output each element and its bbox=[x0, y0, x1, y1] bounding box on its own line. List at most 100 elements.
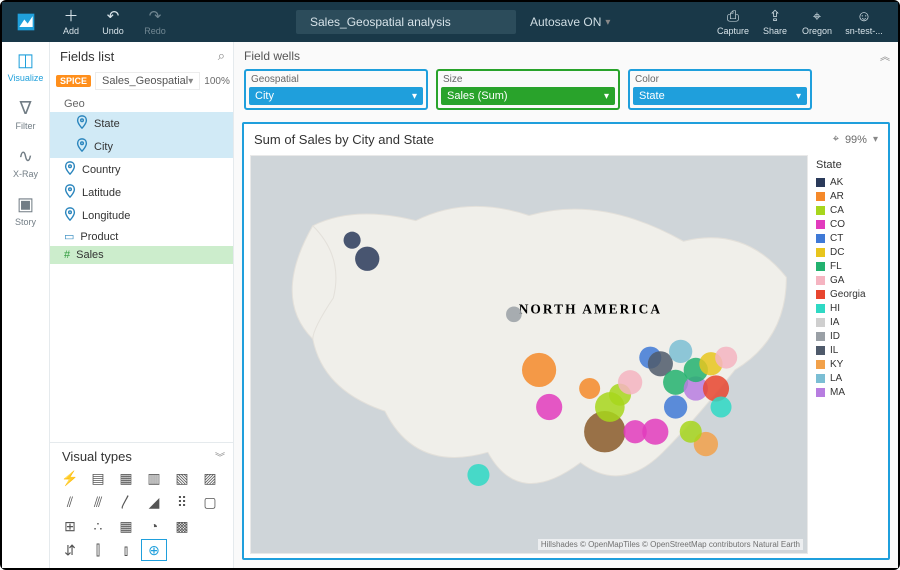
region-picker[interactable]: ⌖Oregon bbox=[796, 2, 838, 42]
legend-item[interactable]: CO bbox=[816, 217, 880, 231]
map-bubble[interactable] bbox=[680, 421, 702, 443]
autosave-toggle[interactable]: Autosave ON▾ bbox=[524, 15, 616, 29]
rail-filter[interactable]: ∇Filter bbox=[2, 90, 50, 138]
chevron-down-icon[interactable]: ▾ bbox=[604, 91, 609, 102]
legend-item[interactable]: AR bbox=[816, 189, 880, 203]
map-bubble[interactable] bbox=[536, 394, 562, 420]
legend-item[interactable]: IL bbox=[816, 343, 880, 357]
legend-label: LA bbox=[830, 373, 842, 384]
vt-scatter[interactable]: ∴ bbox=[86, 516, 110, 536]
legend-header: State bbox=[816, 159, 880, 171]
user-menu[interactable]: ☺sn-test-... bbox=[838, 2, 890, 42]
legend-label: AR bbox=[830, 191, 844, 202]
vt-bar-line[interactable]: ⫿ bbox=[86, 540, 110, 560]
legend-item[interactable]: AK bbox=[816, 175, 880, 189]
rail-story[interactable]: ▣Story bbox=[2, 186, 50, 234]
map-bubble[interactable] bbox=[506, 307, 522, 323]
well-geospatial[interactable]: Geospatial City▾ bbox=[244, 69, 428, 110]
rail-xray[interactable]: ∿X-Ray bbox=[2, 138, 50, 186]
vt-hbar[interactable]: ▤ bbox=[86, 468, 110, 488]
chevron-down-icon[interactable]: ▾ bbox=[412, 91, 417, 102]
legend-item[interactable]: KY bbox=[816, 357, 880, 371]
map-bubble[interactable] bbox=[715, 347, 737, 369]
collapse-icon[interactable]: ︾ bbox=[215, 449, 225, 464]
chart-icon: ◫ bbox=[17, 50, 34, 71]
vt-combo[interactable]: ⫽ bbox=[58, 492, 82, 512]
legend-item[interactable]: LA bbox=[816, 371, 880, 385]
legend-item[interactable]: FL bbox=[816, 259, 880, 273]
dataset-picker[interactable]: Sales_Geospatial▾ bbox=[95, 72, 200, 90]
spice-badge: SPICE bbox=[56, 75, 91, 87]
vt-scatter-a[interactable]: ⠿ bbox=[170, 492, 194, 512]
well-size[interactable]: Size Sales (Sum)▾ bbox=[436, 69, 620, 110]
map-bubble[interactable] bbox=[642, 419, 668, 445]
legend-item[interactable]: CT bbox=[816, 231, 880, 245]
search-icon[interactable]: ⌕ bbox=[218, 48, 225, 64]
rail-visualize[interactable]: ◫Visualize bbox=[2, 42, 50, 90]
map-bubble[interactable] bbox=[711, 397, 732, 418]
share-icon: ⇪ bbox=[769, 9, 782, 24]
field-state[interactable]: State bbox=[50, 112, 233, 135]
analysis-title[interactable]: Sales_Geospatial analysis bbox=[296, 10, 516, 34]
field-product[interactable]: ▭Product bbox=[50, 227, 233, 246]
map-attribution: Hillshades © OpenMapTiles © OpenStreetMa… bbox=[538, 539, 803, 550]
map-canvas[interactable]: NORTH AMERICA Hillshades © OpenMapTiles … bbox=[250, 155, 808, 554]
legend-label: MA bbox=[830, 387, 845, 398]
undo-button[interactable]: ↶Undo bbox=[92, 2, 134, 42]
pulse-icon: ∿ bbox=[18, 146, 33, 167]
map-bubble[interactable] bbox=[618, 370, 642, 394]
chevron-down-icon[interactable]: ▾ bbox=[873, 134, 878, 145]
vt-hbar-stacked[interactable]: ▦ bbox=[114, 468, 138, 488]
map-bubble[interactable] bbox=[669, 340, 692, 363]
redo-button[interactable]: ↷Redo bbox=[134, 2, 176, 42]
legend-item[interactable]: Georgia bbox=[816, 287, 880, 301]
vt-pivot[interactable]: ⊞ bbox=[58, 516, 82, 536]
vt-blank1[interactable] bbox=[198, 516, 222, 536]
field-sales[interactable]: #Sales bbox=[50, 246, 233, 264]
capture-button[interactable]: ⎙Capture bbox=[712, 2, 754, 42]
chevron-down-icon[interactable]: ▾ bbox=[796, 91, 801, 102]
vt-pie[interactable]: ◔ bbox=[142, 516, 166, 536]
legend-item[interactable]: DC bbox=[816, 245, 880, 259]
field-country[interactable]: Country bbox=[50, 158, 233, 181]
map-bubble[interactable] bbox=[522, 353, 556, 387]
map-visual[interactable]: Sum of Sales by City and State ⌖ 99% ▾ bbox=[242, 122, 890, 560]
add-button[interactable]: ＋Add bbox=[50, 2, 92, 42]
legend-label: ID bbox=[830, 331, 840, 342]
vt-combo2[interactable]: ⫻ bbox=[86, 492, 110, 512]
vt-vbar[interactable]: ▥ bbox=[142, 468, 166, 488]
legend-item[interactable]: IA bbox=[816, 315, 880, 329]
field-latitude[interactable]: Latitude bbox=[50, 181, 233, 204]
vt-treemap[interactable]: ▦ bbox=[114, 516, 138, 536]
map-bubble[interactable] bbox=[344, 232, 361, 249]
well-color[interactable]: Color State▾ bbox=[628, 69, 812, 110]
share-button[interactable]: ⇪Share bbox=[754, 2, 796, 42]
app-logo[interactable] bbox=[2, 2, 50, 42]
vt-area[interactable]: ◢ bbox=[142, 492, 166, 512]
vt-table[interactable]: ⇵ bbox=[58, 540, 82, 560]
vt-line[interactable]: 〳 bbox=[114, 492, 138, 512]
vt-vbar-stacked[interactable]: ▧ bbox=[170, 468, 194, 488]
legend-item[interactable]: HI bbox=[816, 301, 880, 315]
collapse-wells-icon[interactable]: ︽ bbox=[880, 48, 890, 63]
vt-heatmap[interactable]: ▩ bbox=[170, 516, 194, 536]
vt-map[interactable]: ⊕ bbox=[142, 540, 166, 560]
vt-kpi[interactable]: ▢ bbox=[198, 492, 222, 512]
map-bubble[interactable] bbox=[467, 464, 489, 486]
field-longitude[interactable]: Longitude bbox=[50, 204, 233, 227]
legend-item[interactable]: ID bbox=[816, 329, 880, 343]
legend-item[interactable]: MA bbox=[816, 385, 880, 399]
map-bubble[interactable] bbox=[664, 395, 687, 418]
visual-types-panel: Visual types︾ ⚡ ▤ ▦ ▥ ▧ ▨ ⫽ ⫻ 〳 ◢ ⠿ ▢ ⊞ … bbox=[50, 442, 233, 568]
vt-auto[interactable]: ⚡ bbox=[58, 468, 82, 488]
vt-vbar-100[interactable]: ▨ bbox=[198, 468, 222, 488]
map-bubble[interactable] bbox=[355, 247, 379, 271]
vt-bar-line2[interactable]: ⫾ bbox=[114, 540, 138, 560]
map-bubble[interactable] bbox=[579, 378, 600, 399]
geo-pin-icon bbox=[64, 207, 76, 224]
field-city[interactable]: City bbox=[50, 135, 233, 158]
legend-item[interactable]: GA bbox=[816, 273, 880, 287]
legend-label: CT bbox=[830, 233, 843, 244]
legend-swatch bbox=[816, 248, 825, 257]
legend-item[interactable]: CA bbox=[816, 203, 880, 217]
